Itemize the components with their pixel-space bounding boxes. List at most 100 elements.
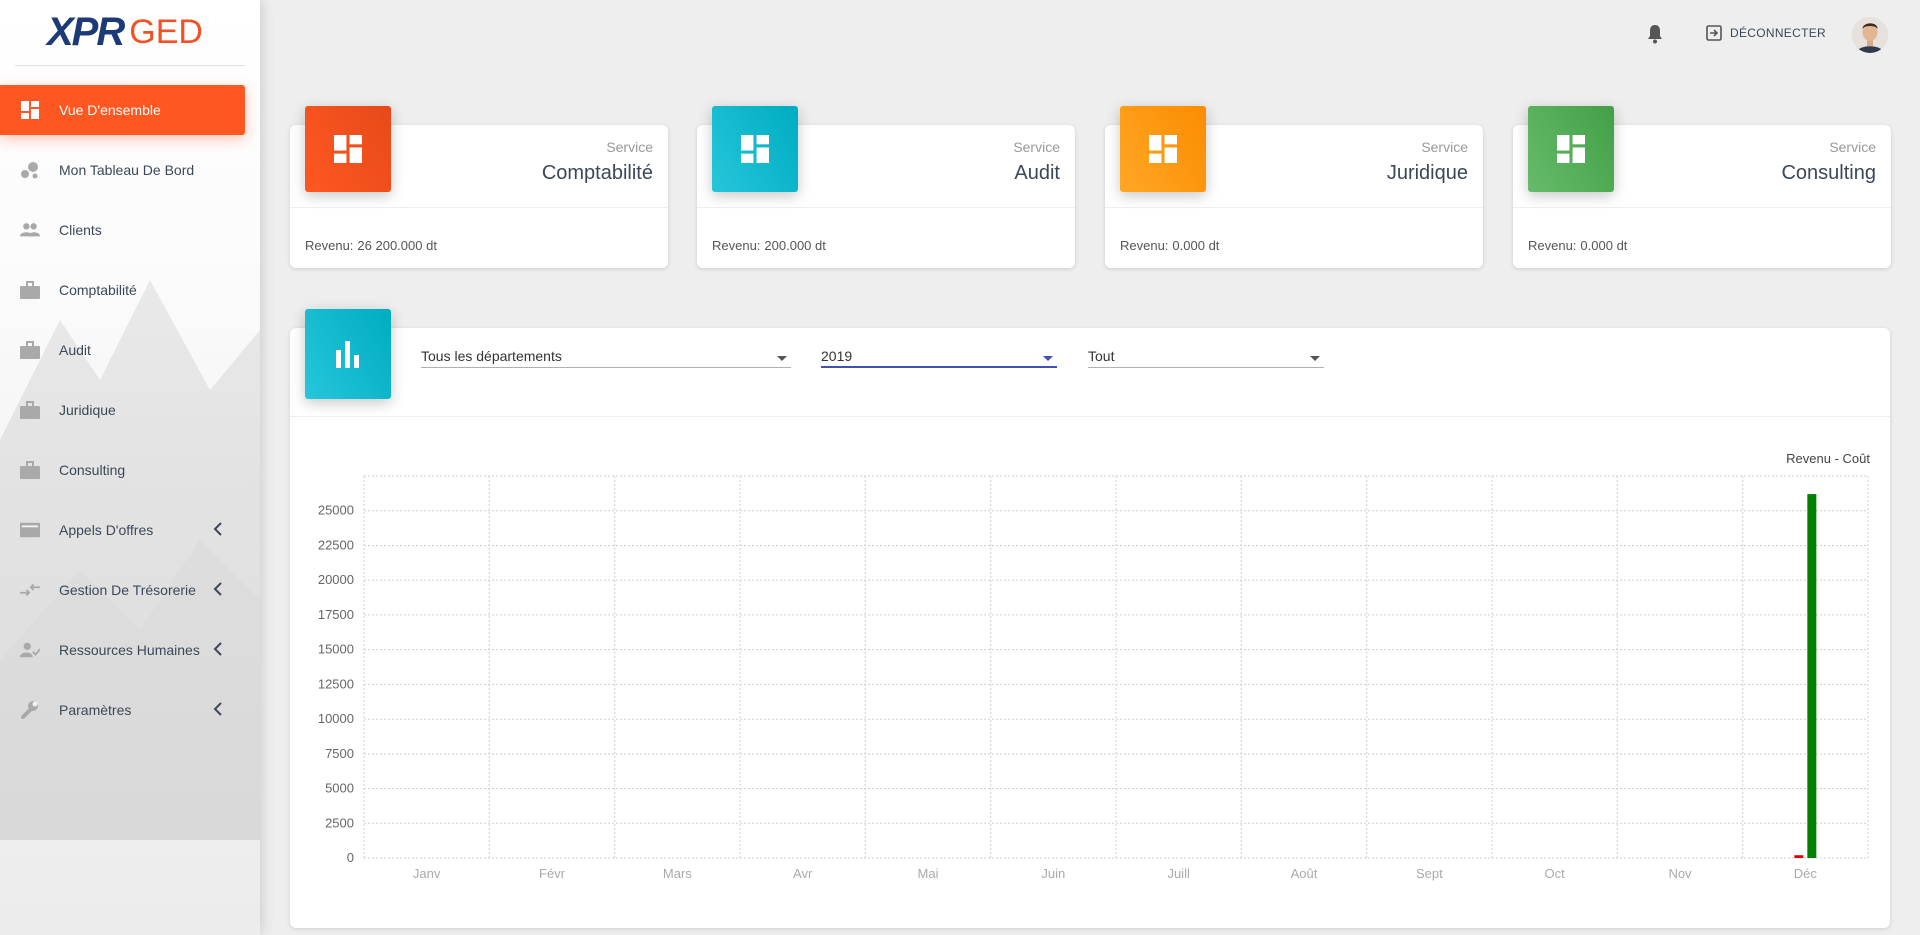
sidebar-item-consulting[interactable]: Consulting xyxy=(0,445,245,495)
sidebar-item-label: Comptabilité xyxy=(59,282,137,298)
dashboard-icon xyxy=(1557,135,1585,163)
revenue-value: 0.000 dt xyxy=(1580,238,1628,253)
x-tick-label: Nov xyxy=(1668,866,1692,881)
sidebar-item-gestion-tresorerie[interactable]: Gestion De Trésorerie xyxy=(0,565,245,615)
x-tick-label: Juill xyxy=(1167,866,1190,881)
y-tick-label: 5000 xyxy=(325,781,354,796)
stat-card-icon-box xyxy=(1528,106,1614,192)
revenue-label: Revenu: xyxy=(712,238,761,253)
revenue-value: 200.000 dt xyxy=(764,238,826,253)
stat-card-title: Comptabilité xyxy=(541,162,653,184)
stat-card-category: Service xyxy=(1421,139,1468,155)
dashboard-icon xyxy=(1149,135,1177,163)
sidebar-item-label: Appels D'offres xyxy=(59,522,154,538)
stat-card-divider xyxy=(1513,207,1891,208)
sidebar-item-label: Consulting xyxy=(59,462,126,478)
x-tick-label: Févr xyxy=(539,866,566,881)
revenue-label: Revenu: xyxy=(1528,238,1577,253)
sidebar-item-ressources-humaines[interactable]: Ressources Humaines xyxy=(0,625,245,675)
y-tick-label: 10000 xyxy=(318,711,354,726)
stat-card-footer: Revenu: 26 200.000 dt xyxy=(305,238,437,253)
sidebar-item-clients[interactable]: Clients xyxy=(0,205,245,255)
chart-bar xyxy=(1807,494,1817,858)
briefcase-icon xyxy=(20,400,40,420)
logout-icon xyxy=(1706,25,1722,41)
stat-card-category: Service xyxy=(1829,139,1876,155)
logout-label: DÉCONNECTER xyxy=(1730,26,1826,40)
y-tick-label: 12500 xyxy=(318,676,354,691)
chevron-left-icon xyxy=(213,642,222,656)
x-tick-label: Mai xyxy=(918,866,939,881)
stat-card-juridique: Service Juridique Revenu: 0.000 dt xyxy=(1105,106,1483,268)
sidebar-nav: Vue D'ensemble Mon Tableau De Bord Clien… xyxy=(0,85,260,735)
y-tick-label: 15000 xyxy=(318,642,354,657)
stat-card-divider xyxy=(697,207,1075,208)
y-tick-label: 22500 xyxy=(318,537,354,552)
revenue-label: Revenu: xyxy=(1120,238,1169,253)
revenue-label: Revenu: xyxy=(305,238,354,253)
sidebar: XPR GED Vue D'ensemble Mon Tableau De Bo… xyxy=(0,0,260,935)
x-tick-label: Sept xyxy=(1416,866,1443,881)
sidebar-item-label: Clients xyxy=(59,222,102,238)
wrench-icon xyxy=(20,700,40,720)
sidebar-item-vue-ensemble[interactable]: Vue D'ensemble xyxy=(0,85,245,135)
stat-card-icon-box xyxy=(1120,106,1206,192)
y-tick-label: 0 xyxy=(347,850,354,865)
y-tick-label: 2500 xyxy=(325,815,354,830)
sidebar-item-label: Paramètres xyxy=(59,702,132,718)
sidebar-item-comptabilite[interactable]: Comptabilité xyxy=(0,265,245,315)
y-tick-label: 25000 xyxy=(318,503,354,518)
chart-bar xyxy=(1794,855,1804,858)
stat-card-category: Service xyxy=(1013,139,1060,155)
brand-logo[interactable]: XPR GED xyxy=(15,0,245,66)
stat-card-divider xyxy=(290,207,668,208)
sidebar-item-label: Ressources Humaines xyxy=(59,642,200,658)
x-tick-label: Janv xyxy=(413,866,441,881)
stat-card-icon-box xyxy=(305,106,391,192)
dashboard-icon xyxy=(20,100,40,120)
y-tick-label: 7500 xyxy=(325,746,354,761)
sidebar-item-label: Gestion De Trésorerie xyxy=(59,582,196,598)
x-tick-label: Déc xyxy=(1794,866,1818,881)
chevron-left-icon xyxy=(213,582,222,596)
brand-logo-xpr: XPR xyxy=(47,10,125,54)
revenue-cost-bar-chart: 0 2500 5000 7500 10000 12500 15000 17500 20000 22… xyxy=(318,475,1869,881)
sidebar-item-label: Mon Tableau De Bord xyxy=(59,162,195,178)
avatar[interactable] xyxy=(1852,17,1888,53)
stat-card-footer: Revenu: 200.000 dt xyxy=(712,238,826,253)
chart-card: Tous les départements 2019 Tout Revenu -… xyxy=(290,309,1890,928)
briefcase-icon xyxy=(20,460,40,480)
bell-icon[interactable] xyxy=(1647,24,1663,44)
sidebar-item-juridique[interactable]: Juridique xyxy=(0,385,245,435)
sidebar-item-appels-offres[interactable]: Appels D'offres xyxy=(0,505,245,555)
stat-card-divider xyxy=(1105,207,1483,208)
sidebar-item-label: Juridique xyxy=(59,402,116,418)
sidebar-item-label: Vue D'ensemble xyxy=(59,102,161,118)
x-tick-label: Mars xyxy=(663,866,692,881)
y-tick-label: 20000 xyxy=(318,572,354,587)
y-tick-label: 17500 xyxy=(318,607,354,622)
sidebar-item-parametres[interactable]: Paramètres xyxy=(0,685,245,735)
swap-arrows-icon xyxy=(20,580,40,600)
stat-card-title: Juridique xyxy=(1386,162,1468,184)
chevron-left-icon xyxy=(213,522,222,536)
briefcase-icon xyxy=(20,340,40,360)
brand-logo-ged: GED xyxy=(129,13,203,51)
person-check-icon xyxy=(20,640,40,660)
revenue-value: 26 200.000 dt xyxy=(357,238,437,253)
stat-card-consulting: Service Consulting Revenu: 0.000 dt xyxy=(1513,106,1891,268)
stat-card-icon-box xyxy=(712,106,798,192)
briefcase-icon xyxy=(20,280,40,300)
sidebar-item-audit[interactable]: Audit xyxy=(0,325,245,375)
dashboard-icon xyxy=(334,135,362,163)
stat-card-comptabilite: Service Comptabilité Revenu: 26 200.000 d… xyxy=(290,106,668,268)
logout-button[interactable]: DÉCONNECTER xyxy=(1706,25,1826,41)
sidebar-item-mon-tableau-de-bord[interactable]: Mon Tableau De Bord xyxy=(0,145,245,195)
people-icon xyxy=(20,220,40,240)
sidebar-item-label: Audit xyxy=(59,342,91,358)
revenue-value: 0.000 dt xyxy=(1172,238,1220,253)
user-photo xyxy=(1852,17,1888,53)
stat-card-footer: Revenu: 0.000 dt xyxy=(1528,238,1627,253)
x-tick-label: Juin xyxy=(1041,866,1065,881)
dashboard-icon xyxy=(741,135,769,163)
